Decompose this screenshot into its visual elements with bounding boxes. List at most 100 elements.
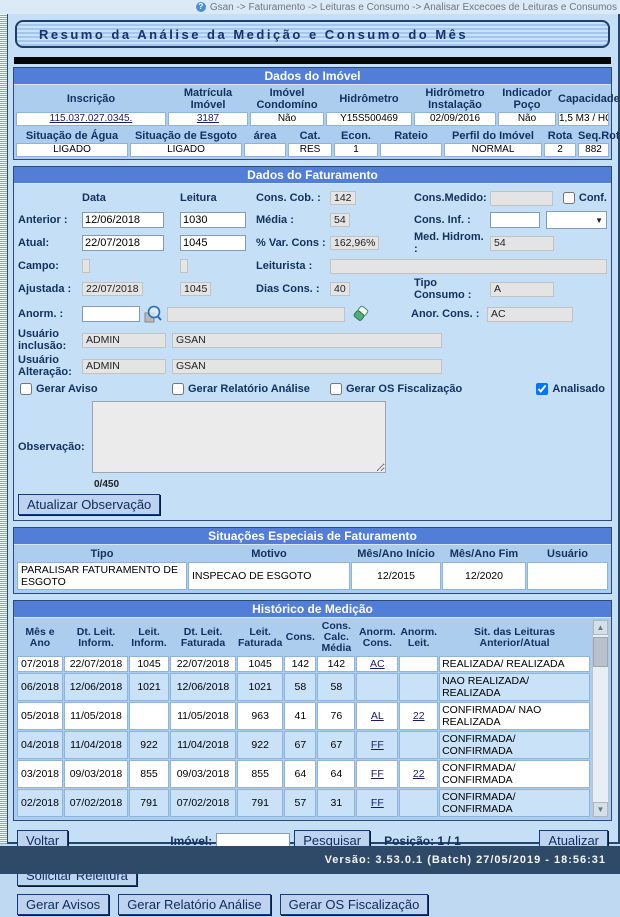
anorm-cons-link[interactable]: FF: [371, 768, 384, 780]
campo-data-value: [82, 259, 90, 273]
eraser-icon[interactable]: [351, 304, 371, 324]
col-dt-leit-faturada: Dt. Leit. Faturada: [170, 620, 236, 655]
historico-table: Mês e Ano Dt. Leit. Inform. Leit. Inform…: [16, 619, 591, 818]
cons-inf-input[interactable]: [490, 212, 540, 228]
scrollbar[interactable]: ▲ ▼: [592, 619, 609, 818]
anorm-leit-link[interactable]: 22: [413, 768, 425, 780]
observacao-textarea[interactable]: [92, 401, 386, 473]
col-cons: Cons.: [284, 620, 316, 655]
scroll-up-icon[interactable]: ▲: [593, 620, 608, 635]
imovel-header-row-1: Inscrição Matrícula Imóvel Imóvel Condom…: [14, 85, 611, 112]
gerar-relatorio-analise-checkbox[interactable]: [172, 383, 184, 395]
cons-cob-value: 142: [330, 191, 356, 205]
gerar-relatorio-analise-button[interactable]: Gerar Relatório Análise: [118, 894, 270, 915]
inscricao-link[interactable]: 115.037.027.0345.: [50, 113, 133, 124]
usuario-inclusao-nome: GSAN: [172, 333, 442, 348]
fim-value: 12/2020: [442, 562, 526, 590]
col-data-label: Data: [82, 192, 180, 204]
cons-medido-value: [490, 191, 553, 206]
gerar-os-fiscalizacao-button[interactable]: Gerar OS Fiscalização: [280, 894, 429, 915]
char-counter: 0/450: [94, 479, 386, 490]
col-situacao-agua: Situação de Água: [16, 130, 128, 142]
usuario-alteracao-user: ADMIN: [82, 359, 166, 374]
atualizar-observacao-button[interactable]: Atualizar Observação: [18, 494, 160, 515]
anorm-cons-link[interactable]: AL: [371, 710, 384, 722]
ajustada-leitura-value: 1045: [180, 282, 211, 296]
usuario-value: [527, 562, 608, 590]
gerar-os-fiscalizacao-label: Gerar OS Fiscalização: [346, 383, 462, 395]
usuario-inclusao-user: ADMIN: [82, 333, 166, 348]
usuario-alteracao-nome: GSAN: [172, 359, 442, 374]
cat-value: RES: [288, 143, 332, 157]
inicio-value: 12/2015: [351, 562, 441, 590]
col-tipo: Tipo: [17, 547, 187, 561]
col-leit-faturada: Leit. Faturada: [237, 620, 283, 655]
ajustada-date-value: 22/07/2018: [82, 282, 143, 296]
anterior-leitura-input[interactable]: [180, 212, 246, 228]
usuario-inclusao-label: Usuário inclusão:: [18, 328, 82, 352]
leiturista-value: [330, 259, 607, 274]
var-cons-label: % Var. Cons :: [256, 237, 330, 249]
section-dados-faturamento-title: Dados do Faturamento: [14, 167, 611, 184]
situacoes-header-row: Tipo Motivo Mês/Ano Início Mês/Ano Fim U…: [17, 547, 608, 561]
col-usuario: Usuário: [527, 547, 608, 561]
gerar-os-fiscalizacao-checkbox[interactable]: [330, 383, 342, 395]
hidrometro-instalacao-value: 02/09/2016: [414, 112, 496, 126]
cons-medido-label: Cons.Medido:: [414, 192, 490, 204]
anterior-date-input[interactable]: [82, 212, 164, 228]
dias-cons-label: Dias Cons. :: [256, 283, 330, 295]
table-row: PARALISAR FATURAMENTO DE ESGOTO INSPECAO…: [17, 562, 608, 590]
anorm-input[interactable]: [82, 306, 140, 322]
version-text: Versão: 3.53.0.1 (Batch) 27/05/2019 - 18…: [325, 854, 606, 866]
version-bar: Versão: 3.53.0.1 (Batch) 27/05/2019 - 18…: [0, 846, 620, 874]
scroll-down-icon[interactable]: ▼: [593, 802, 608, 817]
cons-inf-label: Cons. Inf. :: [414, 214, 490, 226]
col-situacao-esgoto: Situação de Esgoto: [130, 130, 242, 142]
col-cons-calc-media: Cons. Calc. Média: [317, 620, 355, 655]
med-hidrom-value: 54: [490, 236, 554, 251]
search-icon[interactable]: [143, 304, 163, 324]
col-seq-rota: Seq.Rota: [578, 130, 620, 142]
med-hidrom-label: Med. Hidrom. :: [414, 231, 490, 255]
situacoes-table: Tipo Motivo Mês/Ano Início Mês/Ano Fim U…: [16, 546, 609, 591]
col-rota: Rota: [544, 130, 576, 142]
table-row: 06/201812/06/2018102112/06/201810215858N…: [17, 673, 590, 701]
matricula-link[interactable]: 3187: [197, 113, 219, 124]
seq-rota-value: 882: [578, 143, 609, 157]
col-mes-ano: Mês e Ano: [17, 620, 63, 655]
atual-date-input[interactable]: [82, 235, 164, 251]
anorm-label: Anorm. :: [18, 308, 82, 320]
left-stripe-decoration: [0, 14, 8, 844]
scroll-thumb[interactable]: [593, 637, 608, 667]
atual-leitura-input[interactable]: [180, 235, 246, 251]
anorm-cons-link[interactable]: FF: [371, 739, 384, 751]
anorm-descricao-value: [167, 307, 345, 322]
col-motivo: Motivo: [188, 547, 350, 561]
observacao-row: Observação: 0/450: [14, 397, 611, 492]
col-mes-ano-fim: Mês/Ano Fim: [442, 547, 526, 561]
col-hidrometro-instalacao: Hidrômetro Instalação: [414, 87, 496, 111]
anorm-cons-link[interactable]: AC: [370, 658, 385, 670]
divider-bar: [14, 57, 611, 64]
conf-checkbox[interactable]: [563, 192, 575, 204]
col-sit-leituras: Sit. das Leituras Anterior/Atual: [439, 620, 590, 655]
anorm-leit-link[interactable]: 22: [413, 710, 425, 722]
analisado-checkbox[interactable]: [536, 383, 548, 395]
gerar-aviso-label: Gerar Aviso: [36, 383, 98, 395]
observacao-label: Observação:: [18, 441, 92, 453]
var-cons-value: 162,96%: [330, 236, 379, 250]
anor-cons-value: AC: [487, 307, 573, 322]
help-icon[interactable]: ?: [196, 2, 206, 12]
section-dados-imovel: Dados do Imóvel Inscrição Matrícula Imóv…: [13, 67, 612, 160]
cons-inf-select[interactable]: ▼: [546, 211, 607, 229]
gerar-aviso-checkbox[interactable]: [20, 383, 32, 395]
col-anorm-leit: Anorm. Leit.: [399, 620, 438, 655]
dias-cons-value: 40: [330, 282, 350, 296]
table-row: 07/201822/07/2018104522/07/2018104514214…: [17, 656, 590, 672]
tipo-consumo-label: Tipo Consumo :: [414, 277, 490, 301]
section-dados-faturamento: Dados do Faturamento Data Leitura Cons. …: [13, 166, 612, 521]
col-mes-ano-inicio: Mês/Ano Início: [351, 547, 441, 561]
ajustada-row: Ajustada : 22/07/2018 1045 Dias Cons. : …: [14, 277, 611, 301]
anorm-cons-link[interactable]: FF: [371, 797, 384, 809]
gerar-avisos-button[interactable]: Gerar Avisos: [17, 894, 109, 915]
